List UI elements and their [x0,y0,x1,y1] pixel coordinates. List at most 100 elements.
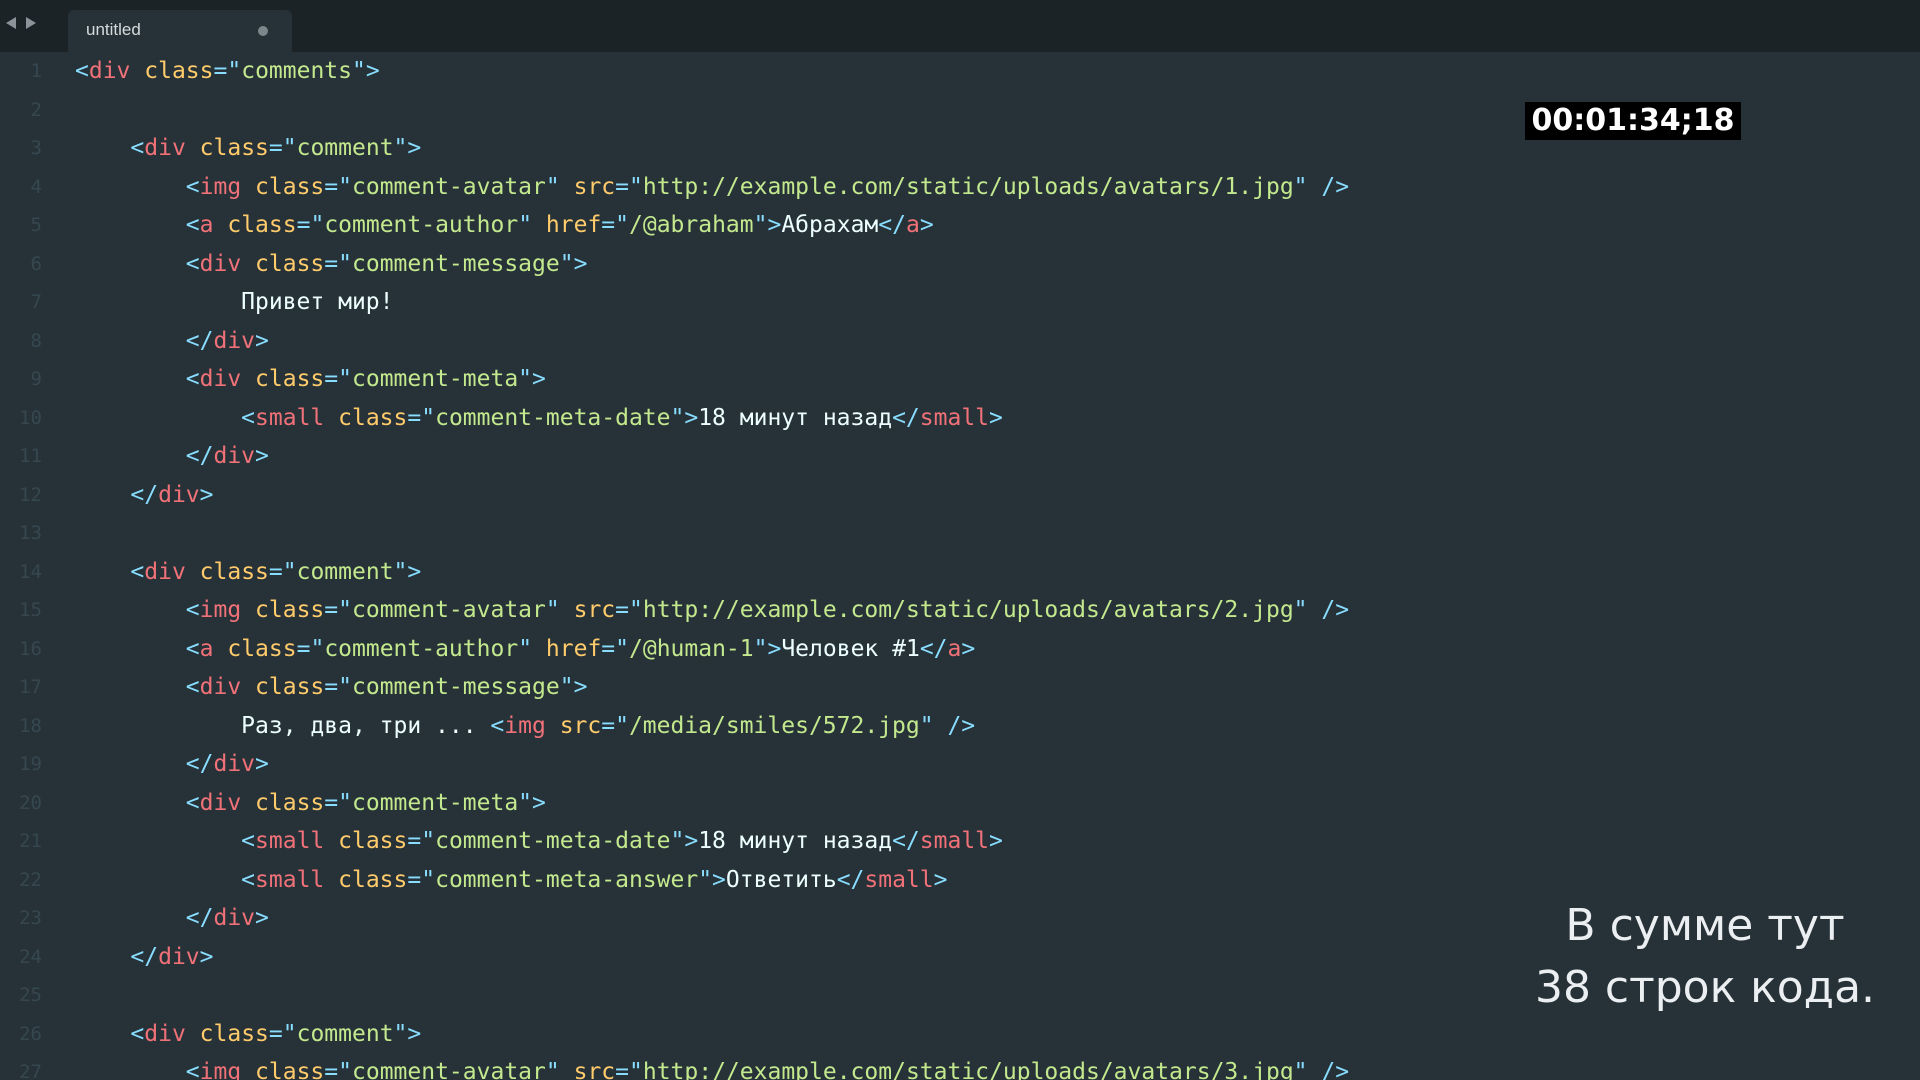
code-token: =" [296,212,325,238]
tab-untitled[interactable]: untitled [68,10,292,52]
line-number: 13 [19,522,42,544]
code-text: Раз, два, три ... <img src="/media/smile… [75,707,975,745]
code-line[interactable]: 20 <div class="comment-meta"> [0,784,1920,822]
code-line[interactable]: 15 <img class="comment-avatar" src="http… [0,591,1920,629]
code-token: class [227,212,297,238]
code-line[interactable]: 1 <div class="comments"> [0,52,1920,90]
arrow-left-icon[interactable] [6,17,16,29]
code-line[interactable]: 21 <small class="comment-meta-date">18 м… [0,822,1920,860]
code-token: =" [268,135,297,161]
code-line[interactable]: 22 <small class="comment-meta-answer">От… [0,861,1920,899]
code-token: </ [185,905,214,931]
code-line[interactable]: 26 <div class="comment"> [0,1015,1920,1053]
code-line[interactable]: 4 <img class="comment-avatar" src="http:… [0,168,1920,206]
code-line[interactable]: 19 </div> [0,745,1920,783]
code-line[interactable]: 8 </div> [0,322,1920,360]
line-number: 4 [30,175,42,198]
code-token: " [545,597,560,623]
line-number: 24 [19,945,42,968]
code-token: class [338,866,408,893]
code-line[interactable]: 9 <div class="comment-meta"> [0,360,1920,398]
code-token: src [559,712,602,739]
code-line[interactable]: 13 [0,514,1920,552]
code-line[interactable]: 6 <div class="comment-message"> [0,245,1920,283]
code-token: a [905,212,920,238]
line-number: 17 [19,676,42,698]
code-token: class [199,135,269,161]
line-number: 11 [19,445,42,467]
code-line[interactable]: 10 <small class="comment-meta-date">18 м… [0,399,1920,437]
line-number: 14 [19,560,42,583]
code-token: div [199,789,242,816]
code-token: small [255,404,325,431]
code-token: =" [324,173,352,200]
code-text: <div class="comment-meta"> [75,360,546,398]
code-token: /> [947,712,976,739]
line-number: 25 [19,984,42,1006]
arrow-right-icon[interactable] [26,17,36,29]
code-line[interactable]: 12 </div> [0,476,1920,514]
line-number: 6 [30,252,42,275]
code-token: comment-author [324,635,519,662]
code-token: comment-message [352,674,560,700]
code-line[interactable]: 16 <a class="comment-author" href="/@hum… [0,630,1920,668]
code-line[interactable]: 18 Раз, два, три ... <img src="/media/sm… [0,707,1920,745]
code-token: < [130,558,145,585]
code-line[interactable]: 5 <a class="comment-author" href="/@abra… [0,206,1920,244]
code-token: "> [753,212,782,238]
code-token: comment-avatar [352,173,546,200]
code-token: comment-avatar [352,1059,546,1080]
code-token: 18 минут назад [698,828,893,854]
code-line[interactable]: 17 <div class="comment-message"> [0,668,1920,706]
code-token: > [989,828,1003,854]
code-token: Привет мир! [75,289,394,315]
code-token: comment-avatar [352,597,546,623]
code-token: comment-meta [352,789,519,816]
code-token: src [573,1059,616,1080]
code-line[interactable]: 7 Привет мир! [0,283,1920,321]
code-token: </ [892,828,920,854]
code-line[interactable]: 14 <div class="comment"> [0,553,1920,591]
line-number: 19 [19,753,42,775]
code-token: div [88,58,131,84]
code-line[interactable]: 27 <img class="comment-avatar" src="http… [0,1053,1920,1080]
code-token: /> [1321,173,1350,200]
line-number: 9 [30,368,42,390]
code-token: < [241,828,256,854]
code-token: < [185,674,200,700]
code-text: </div> [75,437,269,475]
code-token: " [545,173,560,200]
circle-dot-icon[interactable] [258,26,268,36]
code-token: </ [185,327,214,354]
line-number: 18 [19,714,42,737]
code-token: "> [753,635,782,662]
code-token: </ [130,481,159,508]
line-number: 3 [30,137,42,159]
code-token: class [255,1059,325,1080]
code-text: <small class="comment-meta-date">18 мину… [75,399,1003,437]
code-token: </ [878,212,906,238]
code-token: > [961,635,976,662]
code-token: =" [324,366,352,392]
code-token: < [490,712,505,739]
tab-label: untitled [86,20,141,39]
line-number: 21 [19,830,42,852]
code-token: < [185,635,200,662]
code-token: =" [324,1059,352,1080]
code-text: <img class="comment-avatar" src="http://… [75,591,1349,629]
code-token: > [919,212,934,238]
code-token: =" [268,558,297,585]
code-line[interactable]: 11 </div> [0,437,1920,475]
timecode-overlay: 00:01:34;18 [1525,102,1741,140]
